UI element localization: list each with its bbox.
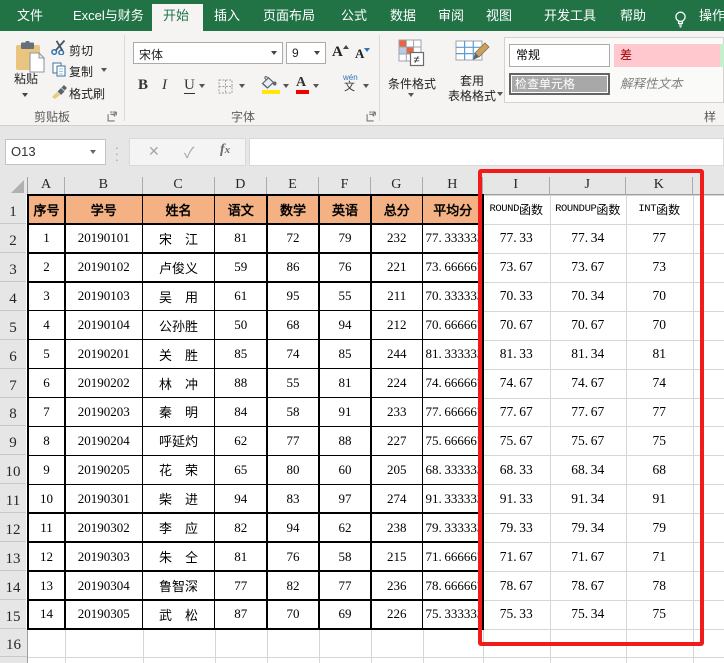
svg-text:≠: ≠ bbox=[414, 54, 420, 66]
